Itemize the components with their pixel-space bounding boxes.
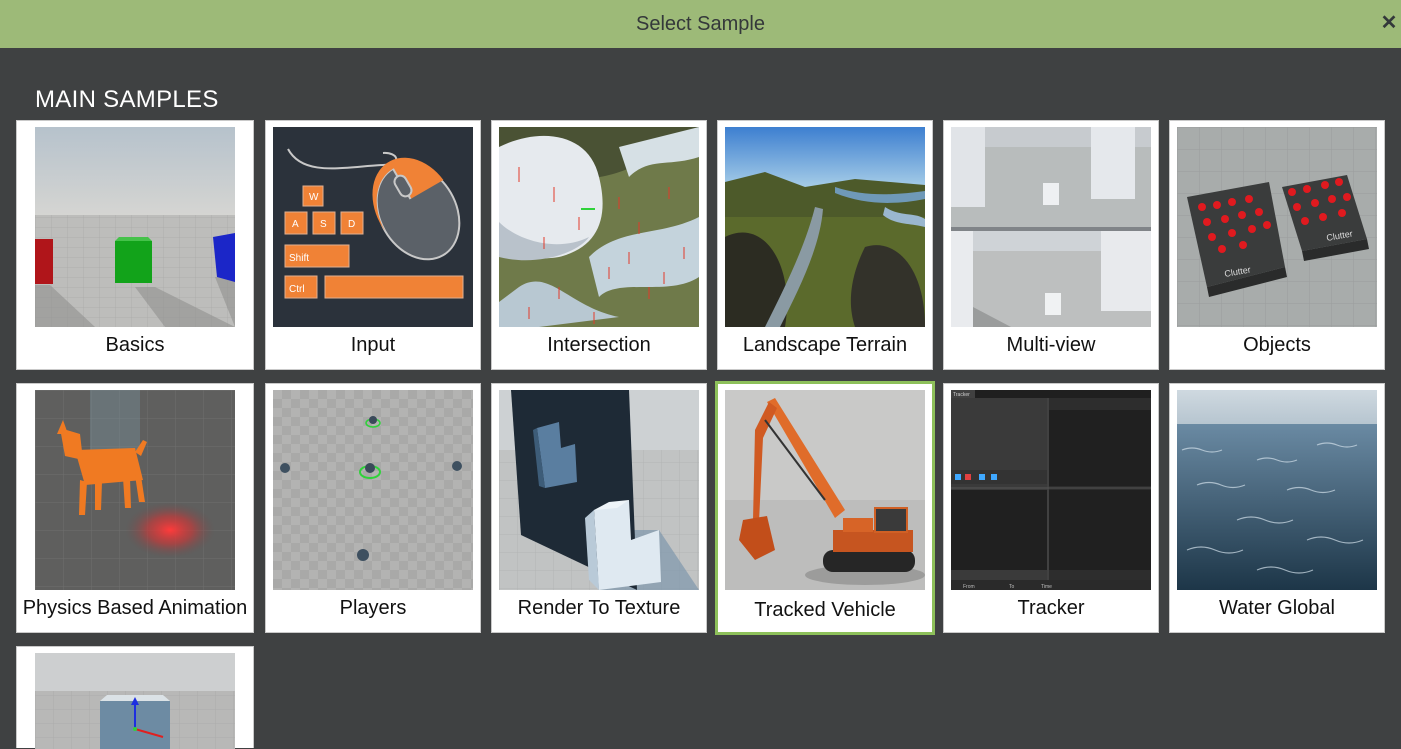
water-global-thumbnail	[1177, 390, 1377, 590]
render-to-texture-thumbnail	[499, 390, 699, 590]
sample-label: Input	[350, 334, 396, 356]
close-icon[interactable]: ✕	[1379, 11, 1399, 35]
players-thumbnail	[273, 390, 473, 590]
sample-card-landscape-terrain[interactable]: Landscape Terrain	[717, 120, 933, 370]
sample-label: Objects	[1243, 334, 1311, 356]
sample-card-tracked-vehicle[interactable]: Tracked Vehicle	[715, 381, 935, 635]
key-s: S	[320, 219, 327, 230]
sample-label: Basics	[105, 334, 165, 356]
sample-card-render-to-texture[interactable]: Render To Texture	[491, 383, 707, 633]
gizmo-thumbnail	[35, 653, 235, 749]
sample-label: Render To Texture	[517, 597, 681, 619]
sample-card-tracker[interactable]: Tracker From To Time Tracker	[943, 383, 1159, 633]
sample-label: Intersection	[547, 334, 651, 356]
section-title: MAIN SAMPLES	[35, 86, 219, 113]
tracker-field-to: To	[1009, 584, 1015, 590]
intersection-thumbnail	[499, 127, 699, 327]
sample-card-intersection[interactable]: Intersection	[491, 120, 707, 370]
tracker-tab: Tracker	[953, 392, 970, 398]
title-bar: Select Sample ✕	[0, 0, 1401, 48]
input-thumbnail: W A S D Shift Ctrl	[273, 127, 473, 327]
objects-thumbnail: Clutter Clutter	[1177, 127, 1377, 327]
sample-label: Players	[339, 597, 407, 619]
sample-label: Landscape Terrain	[742, 334, 908, 356]
sample-card-players[interactable]: Players	[265, 383, 481, 633]
sample-label: Multi-view	[1006, 334, 1096, 356]
key-w: W	[309, 192, 319, 203]
sample-card-physics-based-animation[interactable]: Physics Based Animation	[16, 383, 254, 633]
key-ctrl: Ctrl	[289, 284, 305, 295]
sample-card-multi-view[interactable]: Multi-view	[943, 120, 1159, 370]
sample-card-gizmo[interactable]	[16, 646, 254, 749]
key-d: D	[348, 219, 355, 230]
sample-label: Water Global	[1219, 597, 1335, 619]
sample-label: Physics Based Animation	[22, 597, 248, 619]
tracker-thumbnail: Tracker From To Time	[951, 390, 1151, 590]
window-title: Select Sample	[636, 12, 765, 35]
sample-label: Tracked Vehicle	[754, 599, 896, 621]
key-a: A	[292, 219, 299, 230]
basics-thumbnail	[35, 127, 235, 327]
physics-animation-thumbnail	[35, 390, 235, 590]
sample-card-basics[interactable]: Basics	[16, 120, 254, 370]
tracker-field-from: From	[963, 584, 975, 590]
sample-card-input[interactable]: W A S D Shift Ctrl Input	[265, 120, 481, 370]
landscape-terrain-thumbnail	[725, 127, 925, 327]
tracked-vehicle-thumbnail	[725, 390, 925, 590]
multi-view-thumbnail	[951, 127, 1151, 327]
key-shift: Shift	[289, 253, 309, 264]
tracker-field-time: Time	[1041, 584, 1052, 590]
sample-card-objects[interactable]: Clutter Clutter Objects	[1169, 120, 1385, 370]
sample-label: Tracker	[1017, 597, 1085, 619]
sample-card-water-global[interactable]: Water Global	[1169, 383, 1385, 633]
